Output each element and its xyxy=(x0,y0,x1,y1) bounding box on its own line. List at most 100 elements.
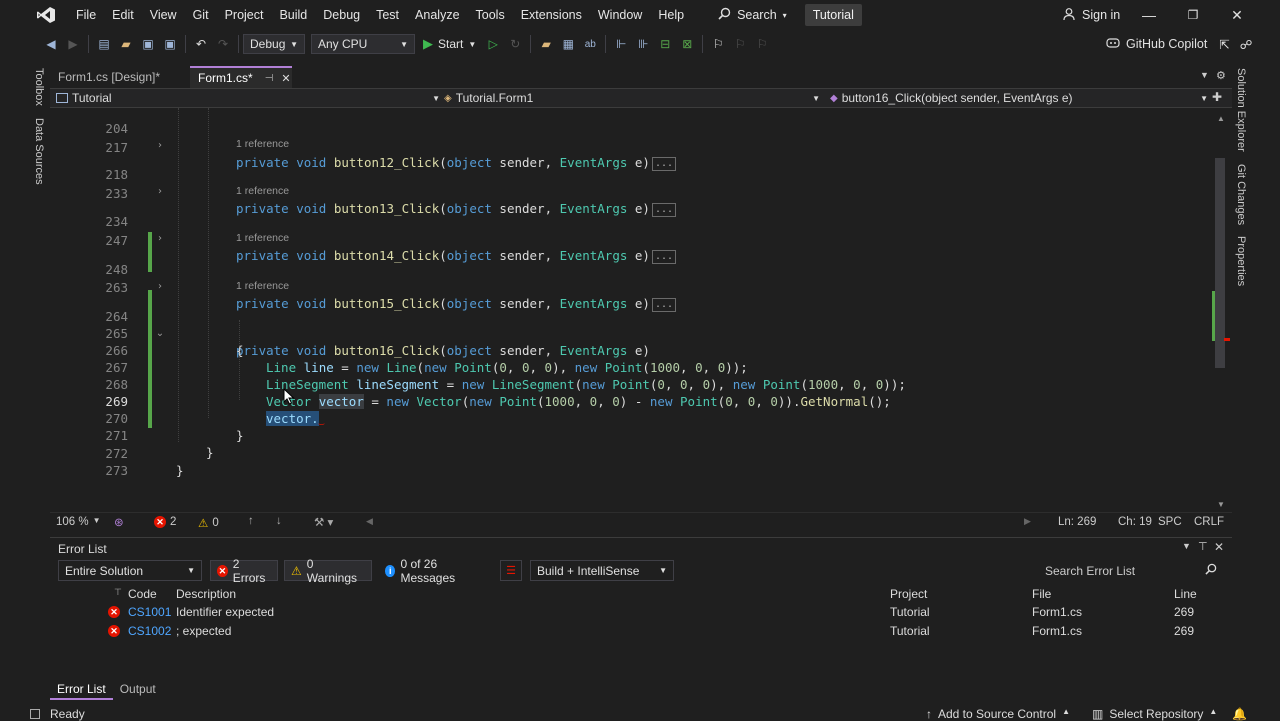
spell-check-button[interactable]: ab xyxy=(579,33,601,55)
line-indicator[interactable]: Ln: 269 xyxy=(1058,516,1096,528)
minimize-button[interactable]: — xyxy=(1127,0,1171,30)
layout-button[interactable]: ▦ xyxy=(557,33,579,55)
navigate-back-button[interactable]: ◀ xyxy=(40,33,62,55)
scroll-right-icon[interactable]: ▶ xyxy=(1024,516,1031,527)
add-to-source-control-button[interactable]: ↑ Add to Source Control ▲ xyxy=(926,707,1070,721)
table-row[interactable]: ✕ CS1001 Identifier expected Tutorial Fo… xyxy=(50,603,1232,622)
redo-button[interactable]: ↷ xyxy=(212,33,234,55)
tab-form1-design[interactable]: Form1.cs [Design]* xyxy=(50,66,188,88)
navigate-forward-button[interactable]: ▶ xyxy=(62,33,84,55)
select-repository-button[interactable]: ▥ Select Repository ▲ xyxy=(1092,707,1217,721)
sign-in-button[interactable]: Sign in xyxy=(1062,0,1120,30)
menu-test[interactable]: Test xyxy=(368,0,407,30)
codelens-references[interactable]: 1 reference xyxy=(236,231,289,245)
messages-filter-button[interactable]: i 0 of 26 Messages xyxy=(378,557,490,585)
intellicode-icon[interactable]: ⊛ xyxy=(114,515,124,529)
search-button[interactable]: Search ▾ xyxy=(710,7,795,23)
zoom-select[interactable]: 106 % ▼ xyxy=(56,516,101,528)
column-indicator[interactable]: Ch: 19 xyxy=(1118,516,1152,528)
close-window-button[interactable]: ✕ xyxy=(1215,0,1259,30)
menu-extensions[interactable]: Extensions xyxy=(513,0,590,30)
menu-view[interactable]: View xyxy=(142,0,185,30)
hot-reload-button[interactable]: ↻ xyxy=(504,33,526,55)
comment-button[interactable]: ⊟ xyxy=(654,33,676,55)
menu-debug[interactable]: Debug xyxy=(315,0,368,30)
filter-column-icon[interactable]: ⊤ xyxy=(114,583,122,601)
split-editor-icon[interactable]: ✚ xyxy=(1212,90,1222,104)
properties-tab[interactable]: Properties xyxy=(1235,236,1247,286)
code-editor[interactable]: 204 › private void button12_Click(object… xyxy=(50,108,1232,512)
menu-tools[interactable]: Tools xyxy=(468,0,513,30)
filter-by-open-docs-button[interactable]: ☰ xyxy=(500,560,522,581)
pin-icon[interactable]: ⊤ xyxy=(1198,540,1208,553)
tab-form1-cs[interactable]: Form1.cs* ⊣ ✕ xyxy=(190,66,292,88)
column-header-line[interactable]: Line xyxy=(1174,585,1197,603)
column-header-description[interactable]: Description xyxy=(176,585,236,603)
error-code[interactable]: CS1001 xyxy=(128,603,171,622)
menu-project[interactable]: Project xyxy=(217,0,272,30)
align-left-button[interactable]: ⊩ xyxy=(610,33,632,55)
error-code[interactable]: CS1002 xyxy=(128,622,171,641)
menu-edit[interactable]: Edit xyxy=(104,0,142,30)
github-copilot-button[interactable]: GitHub Copilot ⇱ ☍ xyxy=(1106,30,1252,58)
pin-icon[interactable]: ⊣ xyxy=(265,73,274,84)
close-tab-icon[interactable]: ✕ xyxy=(281,72,290,85)
column-header-project[interactable]: Project xyxy=(890,585,927,603)
previous-issue-button[interactable]: ↑ xyxy=(248,515,254,527)
menu-analyze[interactable]: Analyze xyxy=(407,0,467,30)
browse-button[interactable]: ▰ xyxy=(535,33,557,55)
scrollbar-thumb[interactable] xyxy=(1215,158,1225,368)
menu-help[interactable]: Help xyxy=(650,0,692,30)
solution-explorer-tab[interactable]: Solution Explorer xyxy=(1235,68,1247,152)
next-bookmark-button[interactable]: ⚐ xyxy=(751,33,773,55)
bookmark-button[interactable]: ⚐ xyxy=(707,33,729,55)
menu-window[interactable]: Window xyxy=(590,0,650,30)
new-project-button[interactable]: ▤ xyxy=(93,33,115,55)
tab-error-list[interactable]: Error List xyxy=(50,678,113,700)
code-cleanup-button[interactable]: ⚒ ▾ xyxy=(314,515,333,529)
platform-select[interactable]: Any CPU ▼ xyxy=(311,34,415,54)
menu-build[interactable]: Build xyxy=(271,0,315,30)
open-file-button[interactable]: ▰ xyxy=(115,33,137,55)
start-without-debugging-button[interactable]: ▷ xyxy=(482,33,504,55)
menu-git[interactable]: Git xyxy=(185,0,217,30)
save-button[interactable]: ▣ xyxy=(137,33,159,55)
scope-select[interactable]: Entire Solution ▼ xyxy=(58,560,202,581)
scroll-down-icon[interactable]: ▼ xyxy=(1217,500,1225,509)
errors-filter-button[interactable]: ✕ 2 Errors xyxy=(210,557,278,585)
column-header-code[interactable]: Code xyxy=(128,585,157,603)
prev-bookmark-button[interactable]: ⚐ xyxy=(729,33,751,55)
close-panel-icon[interactable]: ✕ xyxy=(1214,540,1224,554)
build-filter-select[interactable]: Build + IntelliSense ▼ xyxy=(530,560,674,581)
uncomment-button[interactable]: ⊠ xyxy=(676,33,698,55)
panel-menu-icon[interactable]: ▼ xyxy=(1182,541,1191,551)
align-center-button[interactable]: ⊪ xyxy=(632,33,654,55)
restore-button[interactable]: ❐ xyxy=(1171,0,1215,30)
tab-output[interactable]: Output xyxy=(113,678,163,700)
configuration-select[interactable]: Debug ▼ xyxy=(243,34,305,54)
undo-button[interactable]: ↶ xyxy=(190,33,212,55)
visual-studio-logo-icon[interactable] xyxy=(32,5,60,25)
table-row[interactable]: ✕ CS1002 ; expected Tutorial Form1.cs 26… xyxy=(50,622,1232,641)
data-sources-tab[interactable]: Data Sources xyxy=(33,118,45,185)
project-dropdown[interactable]: Tutorial ▼ xyxy=(56,89,440,107)
column-header-file[interactable]: File xyxy=(1032,585,1051,603)
member-dropdown[interactable]: ◆ button16_Click(object sender, EventArg… xyxy=(830,89,1208,107)
whitespace-indicator[interactable]: SPC xyxy=(1158,516,1182,528)
notifications-icon[interactable]: 🔔 xyxy=(1232,707,1247,721)
git-changes-tab[interactable]: Git Changes xyxy=(1235,164,1247,225)
gear-icon[interactable]: ⚙ xyxy=(1216,69,1226,82)
warnings-indicator[interactable]: ⚠ 0 xyxy=(198,516,219,530)
toolbox-tab[interactable]: Toolbox xyxy=(33,68,45,106)
warnings-filter-button[interactable]: ⚠ 0 Warnings xyxy=(284,557,372,585)
next-issue-button[interactable]: ↓ xyxy=(276,515,282,527)
tab-overflow-icon[interactable]: ▼ xyxy=(1200,70,1209,80)
line-ending-indicator[interactable]: CRLF xyxy=(1194,516,1224,528)
output-window-icon[interactable] xyxy=(30,709,40,719)
vertical-scrollbar[interactable]: ▲ ▼ xyxy=(1210,108,1232,512)
scroll-left-icon[interactable]: ◀ xyxy=(366,516,373,527)
menu-file[interactable]: File xyxy=(68,0,104,30)
start-button[interactable]: ▶ Start ▼ xyxy=(423,36,476,52)
scroll-up-icon[interactable]: ▲ xyxy=(1217,114,1225,123)
search-error-list-input[interactable]: Search Error List xyxy=(1038,560,1224,581)
